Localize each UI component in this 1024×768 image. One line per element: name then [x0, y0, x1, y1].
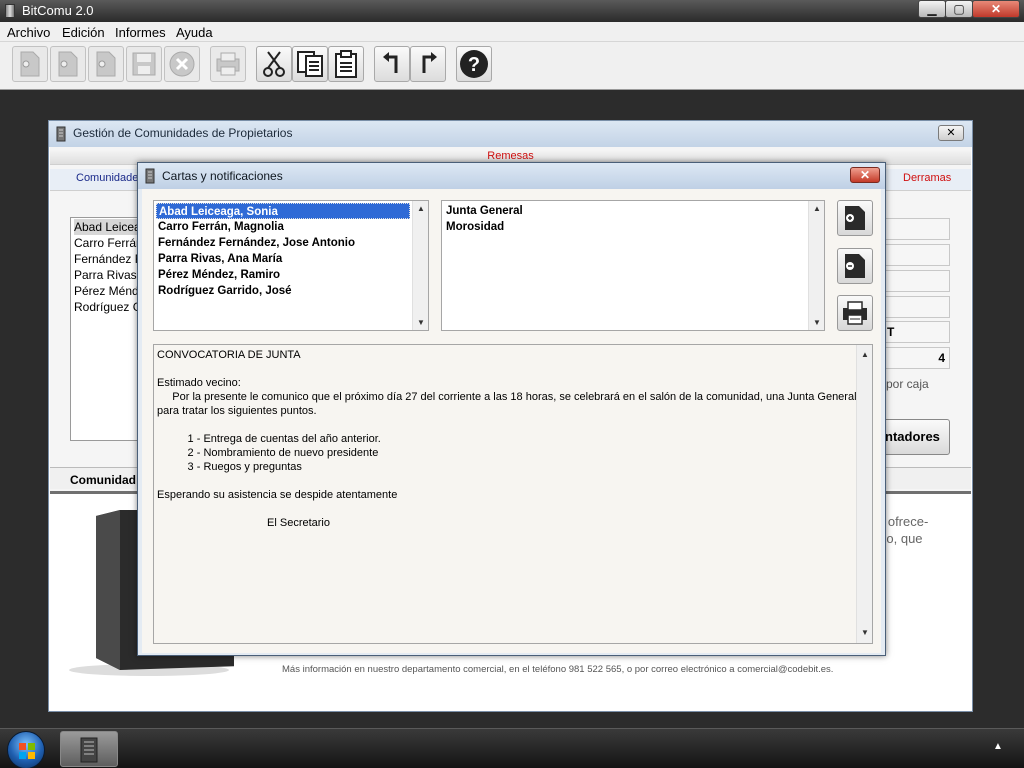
promo-footer: Más información en nuestro departamento … — [282, 664, 834, 675]
letters-dialog-title-bar: Cartas y notificaciones ✕ — [138, 163, 885, 189]
owner-item[interactable]: Abad Leiceaga, Sonia — [156, 203, 410, 219]
menu-edicion[interactable]: Edición — [62, 25, 105, 40]
owner-item[interactable]: Fernández Fernández, Jose Antonio — [156, 235, 355, 251]
detail-field[interactable] — [880, 296, 950, 318]
detail-field[interactable] — [880, 218, 950, 240]
document-icon — [96, 51, 116, 77]
letter-line: 3 - Ruegos y preguntas — [157, 461, 302, 473]
copy-button[interactable] — [292, 46, 328, 82]
delete-icon — [169, 51, 195, 77]
owners-scrollbar[interactable]: ▲ ▼ — [412, 201, 428, 330]
redo-icon — [422, 52, 437, 73]
remove-letter-button[interactable] — [837, 248, 873, 284]
app-icon — [5, 4, 15, 18]
add-letter-button[interactable] — [837, 200, 873, 236]
svg-text:?: ? — [468, 54, 480, 76]
app-title: BitComu 2.0 — [22, 3, 94, 18]
copy-icon — [297, 51, 323, 77]
menu-ayuda[interactable]: Ayuda — [176, 25, 213, 40]
menu-informes[interactable]: Informes — [115, 25, 166, 40]
taskbar-app-button[interactable] — [60, 731, 118, 767]
por-caja-label: por caja — [886, 377, 929, 391]
letters-dialog-body: Abad Leiceaga, Sonia Carro Ferrán, Magno… — [142, 189, 881, 653]
letter-scrollbar[interactable]: ▲ ▼ — [856, 345, 872, 643]
print-button[interactable] — [210, 46, 246, 82]
new-document-button[interactable] — [12, 46, 48, 82]
community-label: Comunidad: — [70, 473, 140, 487]
scroll-up-icon[interactable]: ▲ — [813, 204, 821, 213]
help-icon: ? — [460, 50, 488, 78]
owner-item[interactable]: Carro Ferrán, Magnolia — [156, 219, 284, 235]
letter-line: Estimado vecino: — [157, 377, 241, 389]
letter-line: para tratar los siguientes puntos. — [157, 405, 317, 417]
scroll-up-icon[interactable]: ▲ — [417, 204, 425, 213]
add-letter-icon — [845, 206, 865, 230]
communities-window-close-button[interactable]: ✕ — [938, 125, 964, 141]
remove-letter-icon — [845, 254, 865, 278]
letter-line: 2 - Nombramiento de nuevo presidente — [157, 447, 379, 459]
minimize-button[interactable]: ▁ — [918, 0, 946, 18]
owner-item[interactable]: Pérez Méndez, Ramiro — [156, 267, 280, 283]
save-button[interactable] — [126, 46, 162, 82]
tab-derramas[interactable]: Derramas — [903, 172, 951, 184]
templates-scrollbar[interactable]: ▲ ▼ — [808, 201, 824, 330]
print-icon — [843, 301, 867, 325]
detail-field-count[interactable]: 4 — [880, 347, 950, 369]
owners-listbox[interactable]: Abad Leiceaga, Sonia Carro Ferrán, Magno… — [153, 200, 429, 331]
close-button[interactable]: ✕ — [972, 0, 1020, 18]
windows-logo-icon — [19, 743, 35, 759]
letter-line: Esperando su asistencia se despide atent… — [157, 489, 398, 501]
detail-field-t[interactable]: T — [880, 321, 950, 343]
undo-button[interactable] — [374, 46, 410, 82]
remove-document-icon — [58, 51, 78, 77]
scroll-down-icon[interactable]: ▼ — [861, 626, 869, 640]
taskbar: ▲ — [0, 728, 1024, 768]
remove-document-button[interactable] — [50, 46, 86, 82]
templates-listbox[interactable]: Junta General Morosidad ▲ ▼ — [441, 200, 825, 331]
communities-window-title: Gestión de Comunidades de Propietarios — [73, 126, 293, 140]
letters-dialog-title: Cartas y notificaciones — [162, 169, 283, 183]
maximize-button[interactable]: ▢ — [945, 0, 973, 18]
letter-line: CONVOCATORIA DE JUNTA — [157, 349, 301, 361]
save-icon — [132, 52, 156, 76]
paste-icon — [335, 50, 357, 78]
delete-button[interactable] — [164, 46, 200, 82]
scroll-down-icon[interactable]: ▼ — [813, 318, 821, 327]
cut-button[interactable] — [256, 46, 292, 82]
document-button[interactable] — [88, 46, 124, 82]
letter-line: El Secretario — [157, 517, 330, 529]
template-item[interactable]: Morosidad — [444, 219, 504, 235]
building-icon — [145, 168, 155, 184]
communities-window-title-bar: Gestión de Comunidades de Propietarios ✕ — [49, 121, 972, 147]
scroll-down-icon[interactable]: ▼ — [417, 318, 425, 327]
redo-button[interactable] — [410, 46, 446, 82]
tab-comunidades[interactable]: Comunidades — [76, 172, 144, 184]
building-icon — [56, 126, 66, 142]
help-button[interactable]: ? — [456, 46, 492, 82]
owner-item[interactable]: Rodríguez Garrido, José — [156, 283, 292, 299]
paste-button[interactable] — [328, 46, 364, 82]
menu-bar: Archivo Edición Informes Ayuda — [0, 22, 1024, 42]
undo-icon — [383, 52, 398, 73]
scroll-up-icon[interactable]: ▲ — [861, 348, 869, 362]
cut-icon — [263, 51, 285, 77]
detail-field[interactable] — [880, 244, 950, 266]
print-letter-button[interactable] — [837, 295, 873, 331]
toolbar: ? — [0, 42, 1024, 90]
title-bar: BitComu 2.0 ▁ ▢ ✕ — [0, 0, 1024, 22]
building-icon — [80, 737, 98, 763]
detail-field[interactable] — [880, 270, 950, 292]
letter-text-area[interactable]: CONVOCATORIA DE JUNTA Estimado vecino: P… — [153, 344, 873, 644]
letters-dialog: Cartas y notificaciones ✕ Abad Leiceaga,… — [137, 162, 886, 656]
owner-item[interactable]: Parra Rivas, Ana María — [156, 251, 282, 267]
menu-archivo[interactable]: Archivo — [7, 25, 50, 40]
start-button[interactable] — [7, 731, 45, 768]
letter-line: Por la presente le comunico que el próxi… — [157, 391, 857, 403]
tray-arrow-icon[interactable]: ▲ — [993, 741, 1003, 752]
template-item[interactable]: Junta General — [444, 203, 523, 219]
print-icon — [216, 52, 240, 76]
new-document-icon — [20, 51, 40, 77]
letter-line: 1 - Entrega de cuentas del año anterior. — [157, 433, 381, 445]
letters-dialog-close-button[interactable]: ✕ — [850, 167, 880, 183]
